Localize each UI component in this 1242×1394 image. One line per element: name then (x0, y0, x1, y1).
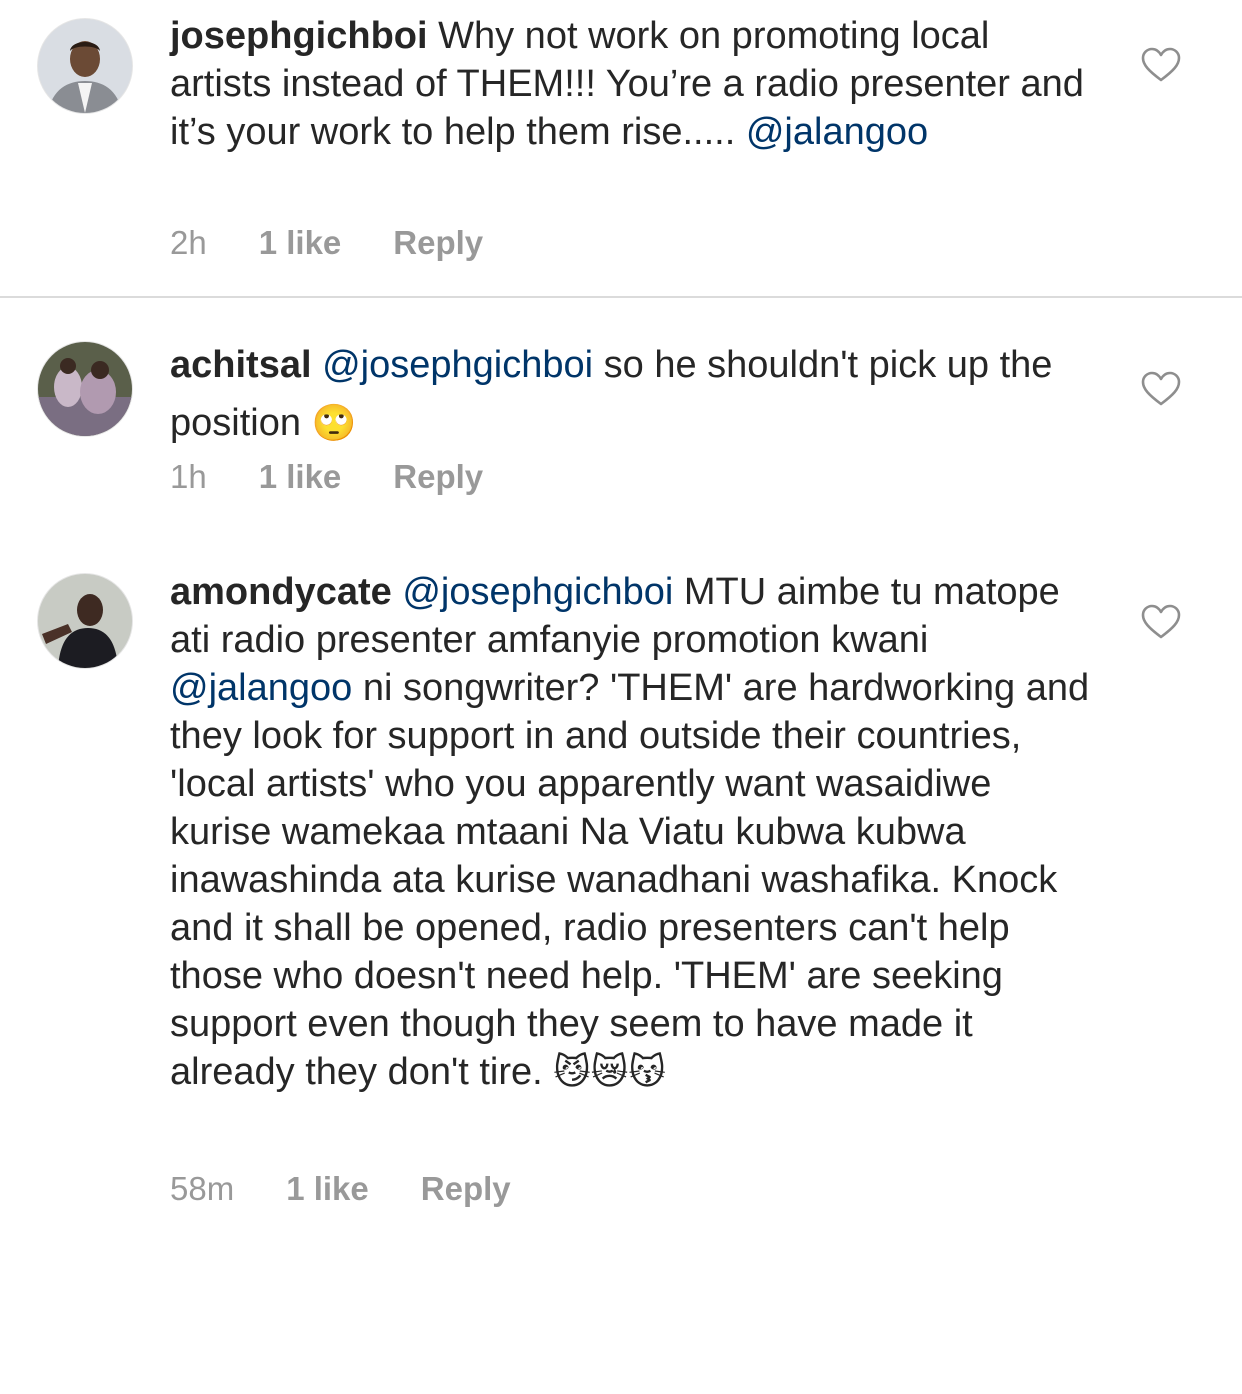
like-count[interactable]: 1 like (286, 1170, 369, 1208)
heart-outline-icon[interactable] (1141, 47, 1181, 83)
comment-time: 1h (170, 458, 207, 495)
mention-link[interactable]: @jalangoo (746, 111, 928, 153)
comment-username[interactable]: achitsal (170, 344, 312, 386)
like-count[interactable]: 1 like (259, 458, 342, 496)
comment-meta: 2h 1 like Reply (170, 224, 535, 262)
comment-username[interactable]: amondycate (170, 571, 392, 613)
avatar[interactable] (37, 573, 133, 669)
comment-username[interactable]: josephgichboi (170, 15, 428, 57)
comment-body: ni songwriter? 'THEM' are hardworking an… (170, 667, 1090, 1093)
cat-emojis: 😼😿😽 (553, 1052, 666, 1093)
divider (0, 296, 1242, 298)
profile-photo-icon (38, 574, 132, 668)
comment-time: 2h (170, 224, 207, 261)
comment-text: amondycate @josephgichboi MTU aimbe tu m… (170, 568, 1100, 1097)
comment-meta: 58m 1 like Reply (170, 1170, 563, 1208)
avatar[interactable] (37, 18, 133, 114)
profile-photo-icon (38, 19, 132, 113)
heart-outline-icon[interactable] (1141, 371, 1181, 407)
like-count[interactable]: 1 like (259, 224, 342, 262)
comment-time: 58m (170, 1170, 235, 1207)
reply-button[interactable]: Reply (393, 458, 483, 496)
reply-button[interactable]: Reply (393, 224, 483, 262)
comment-meta: 1h 1 like Reply (170, 458, 535, 496)
comment-text: josephgichboi Why not work on promoting … (170, 12, 1100, 156)
profile-photo-icon (38, 342, 132, 436)
mention-link[interactable]: @josephgichboi (322, 344, 593, 386)
mention-link[interactable]: @josephgichboi (402, 571, 673, 613)
comment-text: achitsal @josephgichboi so he shouldn't … (170, 336, 1100, 453)
mention-link[interactable]: @jalangoo (170, 667, 352, 709)
avatar[interactable] (37, 341, 133, 437)
rolling-eyes-emoji: 🙄 (311, 403, 357, 444)
reply-button[interactable]: Reply (421, 1170, 511, 1208)
heart-outline-icon[interactable] (1141, 604, 1181, 640)
